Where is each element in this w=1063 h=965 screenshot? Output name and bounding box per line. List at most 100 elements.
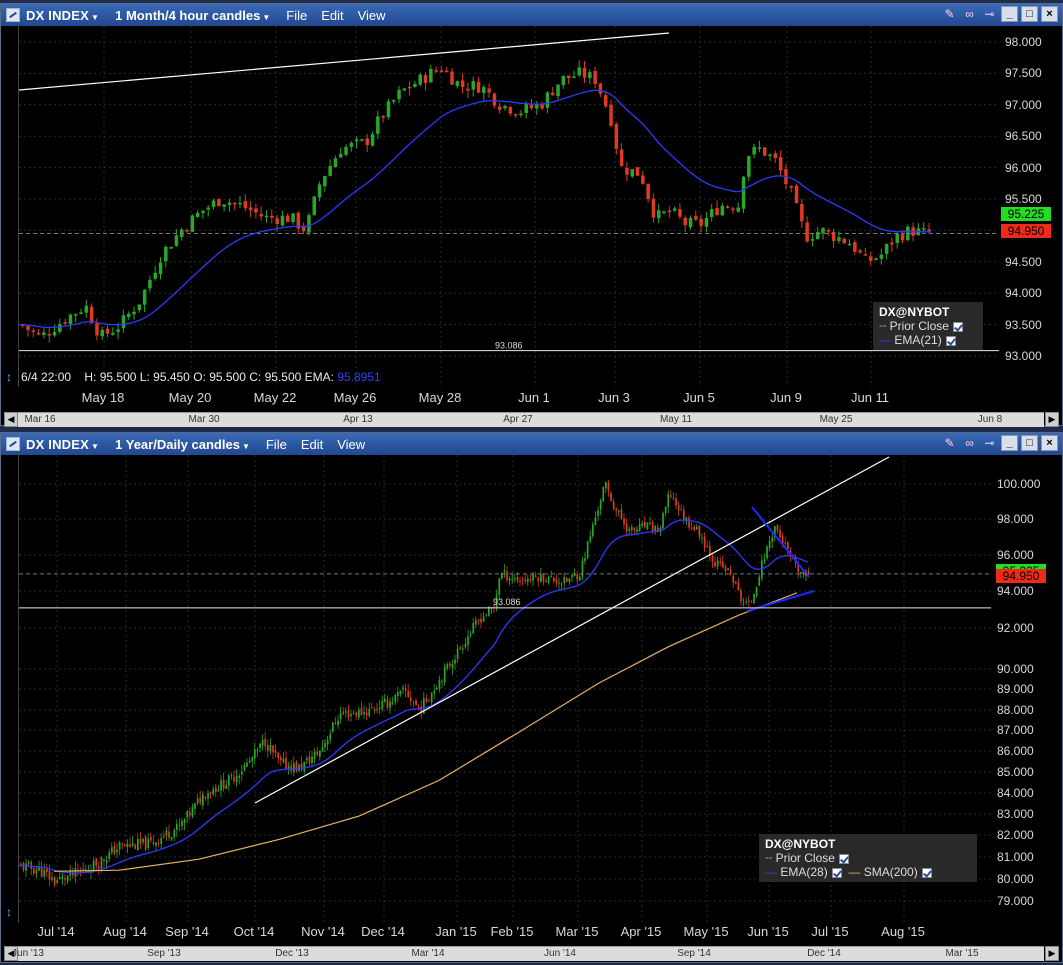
candle-body — [51, 877, 53, 880]
close-button[interactable]: × — [1041, 6, 1058, 22]
menu-file[interactable]: File — [286, 8, 307, 23]
menu-file[interactable]: File — [266, 437, 287, 452]
crosshair-icon[interactable]: ↕ — [6, 905, 12, 919]
sma-line — [53, 592, 798, 872]
price-plot-4h[interactable]: 93.086 — [18, 26, 1000, 387]
price-tick-label: 98.000 — [997, 512, 1034, 526]
close-button[interactable]: × — [1041, 435, 1058, 451]
candle-body — [737, 582, 740, 591]
legend-4h[interactable]: DX@NYBOT ╌ Prior Close — EMA(21) — [873, 302, 983, 350]
wrench-icon[interactable]: ✎ — [941, 435, 958, 451]
candle-body — [394, 695, 397, 703]
candle-body — [392, 100, 396, 102]
legend-prior-close[interactable]: ╌ Prior Close — [765, 851, 971, 865]
legend-ema[interactable]: — EMA(21) — [879, 333, 977, 347]
scroll-left-button[interactable]: ◀ — [4, 412, 18, 427]
checkbox-icon[interactable] — [831, 867, 842, 878]
candle-body — [711, 556, 714, 562]
link-icon[interactable]: ∞ — [961, 6, 978, 22]
crosshair-icon[interactable]: ↕ — [6, 370, 12, 384]
price-axis-daily[interactable]: 100.000 98.000 96.000 94.000 92.000 90.000 89.… — [991, 455, 1062, 923]
ema-value: 95.8951 — [337, 370, 381, 384]
chevron-down-icon: ▼ — [262, 12, 271, 22]
menu-view[interactable]: View — [337, 437, 365, 452]
legend-prior-close[interactable]: ╌ Prior Close — [879, 319, 977, 333]
candle-body — [636, 529, 638, 532]
time-tick-label: Jul '14 — [37, 924, 75, 939]
candle-body — [542, 573, 545, 582]
candle-body — [160, 837, 163, 845]
wedge-upper-line — [751, 506, 810, 578]
maximize-button[interactable]: □ — [1021, 6, 1038, 22]
pin-icon[interactable]: ⊸ — [981, 6, 998, 22]
candle-body — [455, 81, 460, 87]
candle-body — [256, 749, 259, 752]
menu-edit[interactable]: Edit — [301, 437, 323, 452]
candle-body — [190, 215, 195, 232]
candle-body — [144, 836, 147, 850]
candle-body — [688, 517, 690, 528]
scroll-right-button[interactable]: ▶ — [1045, 946, 1059, 961]
crosshair-date: 6/4 22:00 — [21, 370, 72, 384]
checkbox-icon[interactable] — [952, 321, 963, 332]
ema-legend-label: EMA(28) — [780, 865, 828, 879]
candle-body — [384, 698, 386, 702]
candle-body — [550, 576, 553, 578]
symbol-selector[interactable]: DX INDEX ▼ — [26, 8, 99, 23]
candle-body — [487, 88, 491, 93]
scroll-right-button[interactable]: ▶ — [1045, 412, 1059, 427]
candle-body — [610, 492, 612, 501]
legend-daily[interactable]: DX@NYBOT ╌ Prior Close — EMA(28) — SMA(2… — [759, 834, 977, 882]
wrench-icon[interactable]: ✎ — [941, 6, 958, 22]
time-tick-label: Aug '14 — [103, 924, 147, 939]
candle-body — [576, 574, 579, 580]
titlebar-4h[interactable]: DX INDEX ▼ 1 Month/4 hour candles ▼ File E… — [1, 4, 1062, 26]
legend-title: DX@NYBOT — [765, 837, 836, 851]
checkbox-icon[interactable] — [945, 335, 956, 346]
maximize-button[interactable]: □ — [1021, 435, 1038, 451]
link-icon[interactable]: ∞ — [961, 435, 978, 451]
navigator-bar-4h[interactable]: Mar 16 Mar 30 Apr 13 Apr 27 May 11 May 25 Jun … — [18, 412, 1044, 427]
candle-body — [95, 858, 98, 866]
candle-body — [623, 518, 625, 525]
symbol-selector[interactable]: DX INDEX ▼ — [26, 437, 99, 452]
minimize-button[interactable]: _ — [1001, 435, 1018, 451]
candle-body — [805, 222, 809, 242]
price-tick-label: 90.000 — [997, 662, 1034, 676]
checkbox-icon[interactable] — [921, 867, 932, 878]
price-tick-label: 94.000 — [1005, 286, 1042, 301]
candle-body — [56, 880, 59, 883]
pin-icon[interactable]: ⊸ — [981, 435, 998, 451]
period-selector[interactable]: 1 Year/Daily candles ▼ — [115, 437, 250, 452]
candle-body — [449, 663, 451, 667]
navigator-bar-daily[interactable]: Jun '13 Sep '13 Dec '13 Mar '14 Jun '14 Sep '… — [12, 946, 1044, 961]
price-tick-label: 100.000 — [997, 477, 1041, 491]
time-tick-label: May '15 — [683, 924, 729, 939]
candle-body — [683, 510, 685, 521]
candle-body — [651, 198, 656, 218]
time-tick-label: May 26 — [333, 390, 377, 405]
minimize-button[interactable]: _ — [1001, 6, 1018, 22]
candle-body — [220, 780, 222, 791]
candle-body — [142, 838, 144, 843]
dash-icon: ╌ — [879, 319, 887, 333]
candle-body — [594, 517, 597, 526]
period-selector[interactable]: 1 Month/4 hour candles ▼ — [115, 8, 270, 23]
candle-body — [433, 690, 436, 694]
candle-body — [789, 185, 793, 188]
legend-indicators[interactable]: — EMA(28) — SMA(200) — [765, 865, 971, 879]
titlebar-daily[interactable]: DX INDEX ▼ 1 Year/Daily candles ▼ File Edi… — [1, 433, 1062, 455]
candle-body — [360, 708, 363, 716]
candlestick-chart-4h[interactable]: 93.086 — [19, 26, 1000, 387]
menu-view[interactable]: View — [358, 8, 386, 23]
candle-body — [776, 525, 779, 531]
candle-body — [545, 92, 550, 108]
candle-body — [757, 147, 762, 149]
chevron-down-icon: ▼ — [91, 12, 100, 22]
checkbox-icon[interactable] — [838, 853, 849, 864]
candle-body — [787, 542, 789, 550]
menu-edit[interactable]: Edit — [321, 8, 343, 23]
candle-body — [492, 93, 497, 106]
candle-body — [222, 779, 225, 789]
open-value: 95.500 — [209, 370, 246, 384]
